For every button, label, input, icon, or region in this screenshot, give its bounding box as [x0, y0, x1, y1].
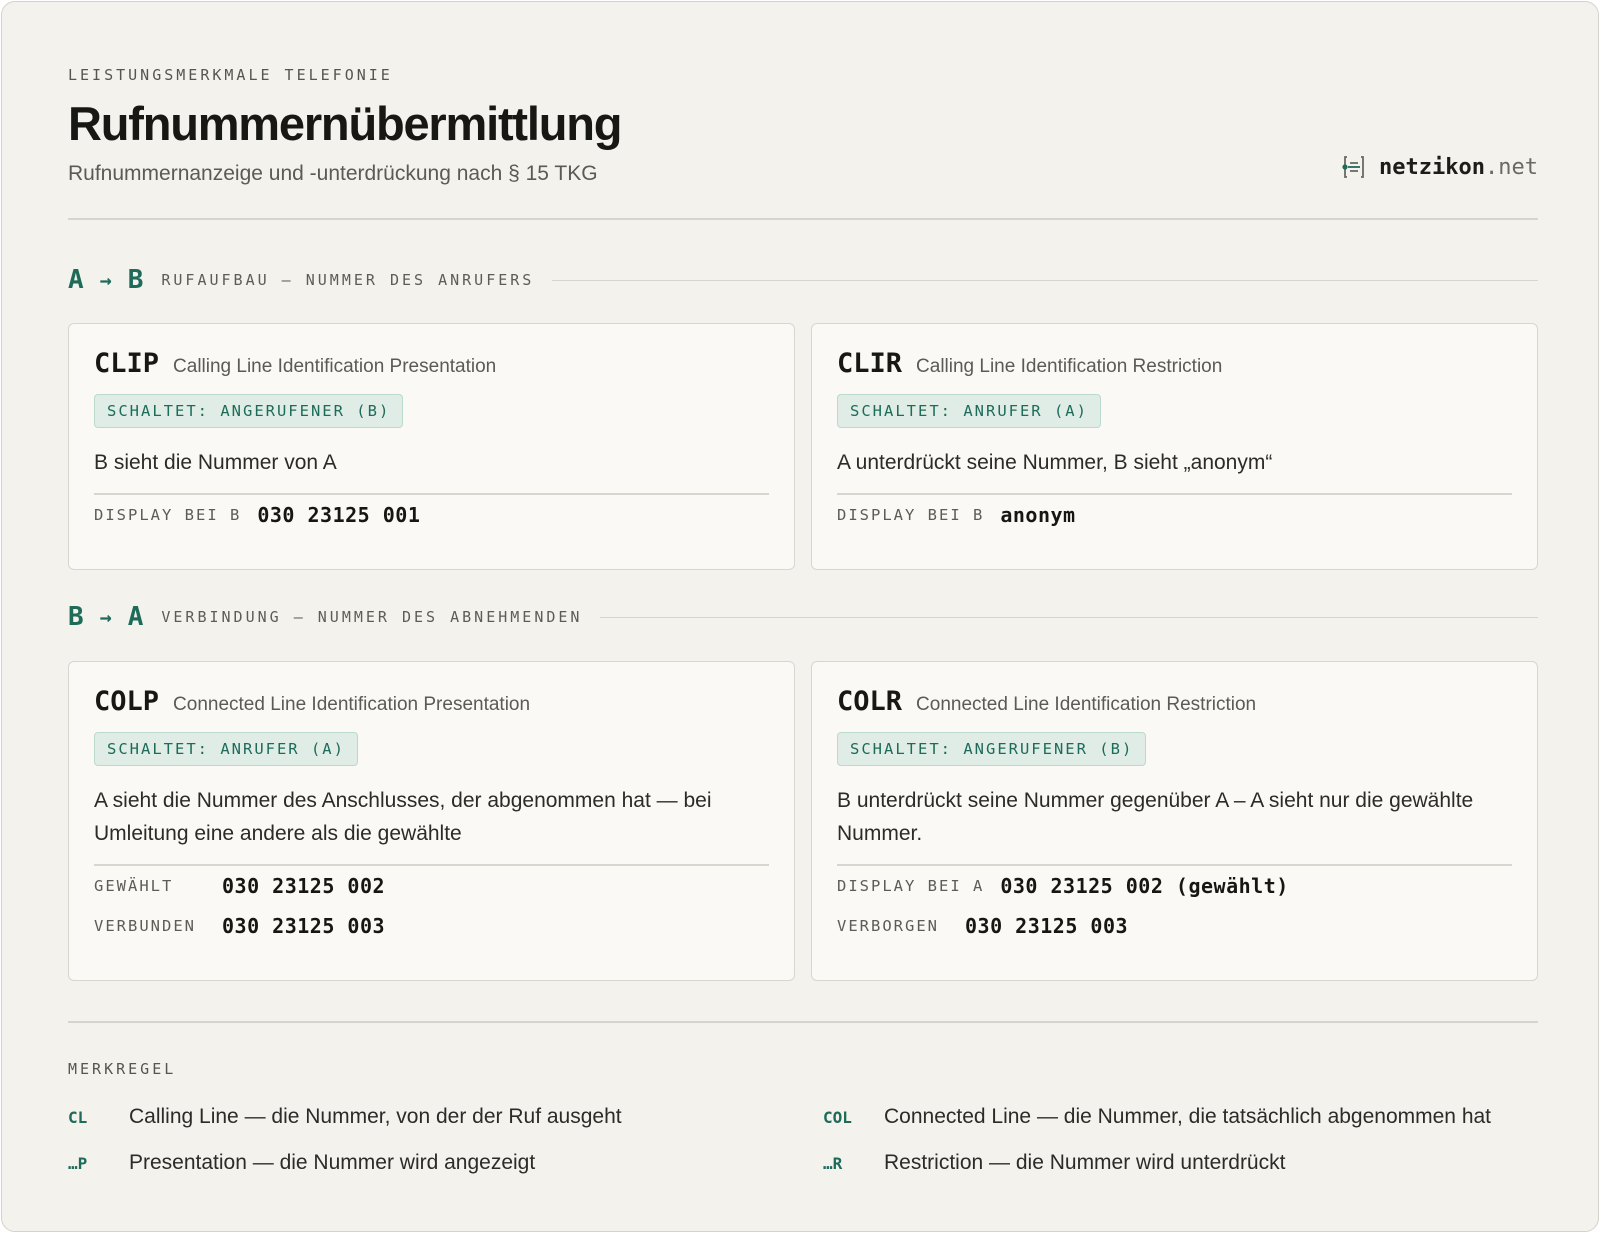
document-lines-icon	[1342, 156, 1364, 178]
direction-from: B	[68, 602, 84, 632]
legend-item-p: …P Presentation — die Nummer wird angeze…	[68, 1151, 535, 1175]
switch-badge: SCHALTET: ANGERUFENER (B)	[837, 732, 1147, 766]
display-value: 030 23125 002 (gewählt)	[1000, 873, 1289, 898]
card-description: A unterdrückt seine Nummer, B sieht „ano…	[837, 451, 1273, 474]
legend-abbr: …R	[823, 1153, 843, 1173]
display-value: anonym	[1000, 502, 1076, 527]
direction-to: A	[127, 602, 144, 632]
header-divider	[68, 218, 1538, 220]
page-subtitle: Rufnummernanzeige und -unterdrückung nac…	[68, 162, 598, 185]
legend-abbr: …P	[68, 1153, 88, 1173]
dialed-key: GEWÄHLT	[94, 876, 174, 895]
card-long-name: Calling Line Identification Restriction	[916, 356, 1223, 377]
display-key: DISPLAY BEI A	[837, 876, 985, 895]
section-head-a-to-b: A → B RUFAUFBAU — NUMMER DES ANRUFERS	[68, 265, 1538, 295]
legend-text: Restriction — die Nummer wird unterdrück…	[884, 1151, 1286, 1174]
display-key: DISPLAY BEI B	[837, 505, 985, 524]
card-long-name: Calling Line Identification Presentation	[173, 356, 497, 377]
direction-to: B	[127, 265, 144, 295]
card-description: B unterdrückt seine Nummer gegenüber A –…	[837, 789, 1474, 845]
page-frame: LEISTUNGSMERKMALE TELEFONIE Rufnummernüb…	[1, 1, 1599, 1232]
brand-name-group: netzikon.net	[1379, 155, 1538, 180]
section-divider	[600, 616, 1538, 618]
switch-badge: SCHALTET: ANRUFER (A)	[94, 732, 358, 766]
display-row: DISPLAY BEI B anonym	[837, 495, 1512, 535]
legend-item-cl: CL Calling Line — die Nummer, von der de…	[68, 1105, 622, 1129]
section-divider	[552, 279, 1538, 281]
hidden-key: VERBORGEN	[837, 916, 939, 935]
card-description: B sieht die Nummer von A	[94, 451, 337, 474]
merkregel-title: MERKREGEL	[68, 1060, 177, 1078]
connected-row: VERBUNDEN 030 23125 003	[94, 906, 769, 946]
direction-from: A	[68, 265, 84, 295]
hidden-value: 030 23125 003	[965, 913, 1129, 938]
card-code: COLP	[94, 686, 160, 717]
legend-text: Connected Line — die Nummer, die tatsäch…	[884, 1105, 1492, 1128]
card-header: COLP Connected Line Identification Prese…	[94, 686, 769, 724]
direction-label: B → A	[68, 602, 143, 632]
display-value: 030 23125 001	[257, 502, 421, 527]
brand-name: netzikon	[1379, 154, 1486, 180]
switch-badge: SCHALTET: ANGERUFENER (B)	[94, 394, 404, 428]
connected-value: 030 23125 003	[222, 913, 386, 938]
direction-label: A → B	[68, 265, 143, 295]
arrow-right-icon: →	[99, 268, 112, 292]
brand-tld: .net	[1485, 154, 1538, 180]
dialed-row: GEWÄHLT 030 23125 002	[94, 866, 769, 906]
legend-text: Calling Line — die Nummer, von der der R…	[129, 1105, 622, 1128]
legend-abbr: CL	[68, 1107, 88, 1127]
section-label: RUFAUFBAU — NUMMER DES ANRUFERS	[161, 271, 535, 289]
section-head-b-to-a: B → A VERBINDUNG — NUMMER DES ABNEHMENDE…	[68, 602, 1538, 632]
legend-item-col: COL Connected Line — die Nummer, die tat…	[823, 1105, 1491, 1129]
section-label: VERBINDUNG — NUMMER DES ABNEHMENDEN	[161, 608, 583, 626]
card-header: CLIR Calling Line Identification Restric…	[837, 348, 1512, 386]
card-clir: CLIR Calling Line Identification Restric…	[811, 323, 1538, 570]
eyebrow: LEISTUNGSMERKMALE TELEFONIE	[68, 66, 393, 84]
arrow-right-icon: →	[99, 605, 112, 629]
card-clip: CLIP Calling Line Identification Present…	[68, 323, 795, 570]
connected-key: VERBUNDEN	[94, 916, 196, 935]
card-colr: COLR Connected Line Identification Restr…	[811, 661, 1538, 981]
legend-abbr: COL	[823, 1107, 852, 1127]
card-header: CLIP Calling Line Identification Present…	[94, 348, 769, 386]
display-row: DISPLAY BEI B 030 23125 001	[94, 495, 769, 535]
card-code: CLIP	[94, 348, 160, 379]
footer-divider	[68, 1021, 1538, 1023]
legend-text: Presentation — die Nummer wird angezeigt	[129, 1151, 536, 1174]
hidden-row: VERBORGEN 030 23125 003	[837, 906, 1512, 946]
card-header: COLR Connected Line Identification Restr…	[837, 686, 1512, 724]
switch-badge: SCHALTET: ANRUFER (A)	[837, 394, 1101, 428]
brand-logo[interactable]: netzikon.net	[1341, 154, 1538, 180]
card-description: A sieht die Nummer des Anschlusses, der …	[94, 789, 712, 845]
display-key: DISPLAY BEI B	[94, 505, 242, 524]
dialed-value: 030 23125 002	[222, 873, 386, 898]
display-row: DISPLAY BEI A 030 23125 002 (gewählt)	[837, 866, 1512, 906]
page-title: Rufnummernübermittlung	[68, 97, 622, 150]
legend-item-r: …R Restriction — die Nummer wird unterdr…	[823, 1151, 1285, 1175]
card-long-name: Connected Line Identification Presentati…	[173, 694, 531, 715]
card-long-name: Connected Line Identification Restrictio…	[916, 694, 1257, 715]
card-colp: COLP Connected Line Identification Prese…	[68, 661, 795, 981]
card-code: CLIR	[837, 348, 903, 379]
card-code: COLR	[837, 686, 903, 717]
